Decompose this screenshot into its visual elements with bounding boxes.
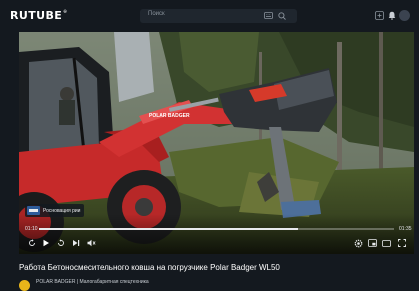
play-button[interactable] (41, 238, 51, 248)
search-placeholder: Поиск (148, 11, 165, 17)
current-time: 01:10 (25, 226, 38, 232)
search-icon[interactable] (278, 12, 286, 20)
skip-next-icon (73, 240, 80, 246)
next-button[interactable] (71, 238, 81, 248)
keyboard-icon[interactable] (264, 12, 273, 19)
pip-button[interactable] (367, 238, 377, 248)
video-title: Работа Бетоносмесительного ковша на погр… (19, 263, 280, 272)
search-input[interactable]: Поиск (140, 9, 297, 23)
progress-bar-fill (39, 228, 299, 230)
user-avatar[interactable] (399, 10, 410, 21)
rutube-logo[interactable]: RUTUBE® (10, 9, 68, 22)
channel-badge-logo-icon (27, 206, 40, 215)
top-bar: RUTUBE® Поиск (0, 0, 419, 30)
channel-avatar[interactable] (19, 280, 30, 291)
rewind-icon (29, 239, 35, 246)
picture-in-picture-icon (367, 239, 377, 247)
theater-mode-icon (381, 239, 391, 247)
fullscreen-icon (398, 239, 406, 247)
channel-watermark[interactable]: Росновация рии (25, 204, 85, 217)
gear-icon (354, 239, 362, 247)
channel-name[interactable]: POLAR BADGER | Малогабаритная спецтехник… (36, 279, 149, 285)
fullscreen-button[interactable] (397, 238, 407, 248)
video-player[interactable]: POLAR BADGER Росновация рии 01:10 01:35 (19, 32, 414, 254)
svg-text:POLAR BADGER: POLAR BADGER (149, 113, 190, 119)
logo-text: RUTUBE (10, 9, 63, 22)
progress-bar[interactable] (39, 228, 394, 230)
upload-icon[interactable] (375, 11, 384, 20)
theater-mode-button[interactable] (381, 238, 391, 248)
volume-button[interactable] (86, 238, 96, 248)
rewind-button[interactable] (27, 238, 37, 248)
forward-button[interactable] (56, 238, 66, 248)
notifications-icon[interactable] (388, 11, 396, 20)
logo-trademark: ® (63, 9, 68, 14)
play-icon (43, 239, 49, 247)
forward-icon (58, 239, 64, 246)
controls-gradient (19, 214, 414, 254)
total-time: 01:35 (399, 226, 412, 232)
volume-icon (87, 239, 96, 247)
channel-badge-text: Росновация рии (43, 207, 81, 214)
quality-button[interactable] (353, 238, 363, 248)
